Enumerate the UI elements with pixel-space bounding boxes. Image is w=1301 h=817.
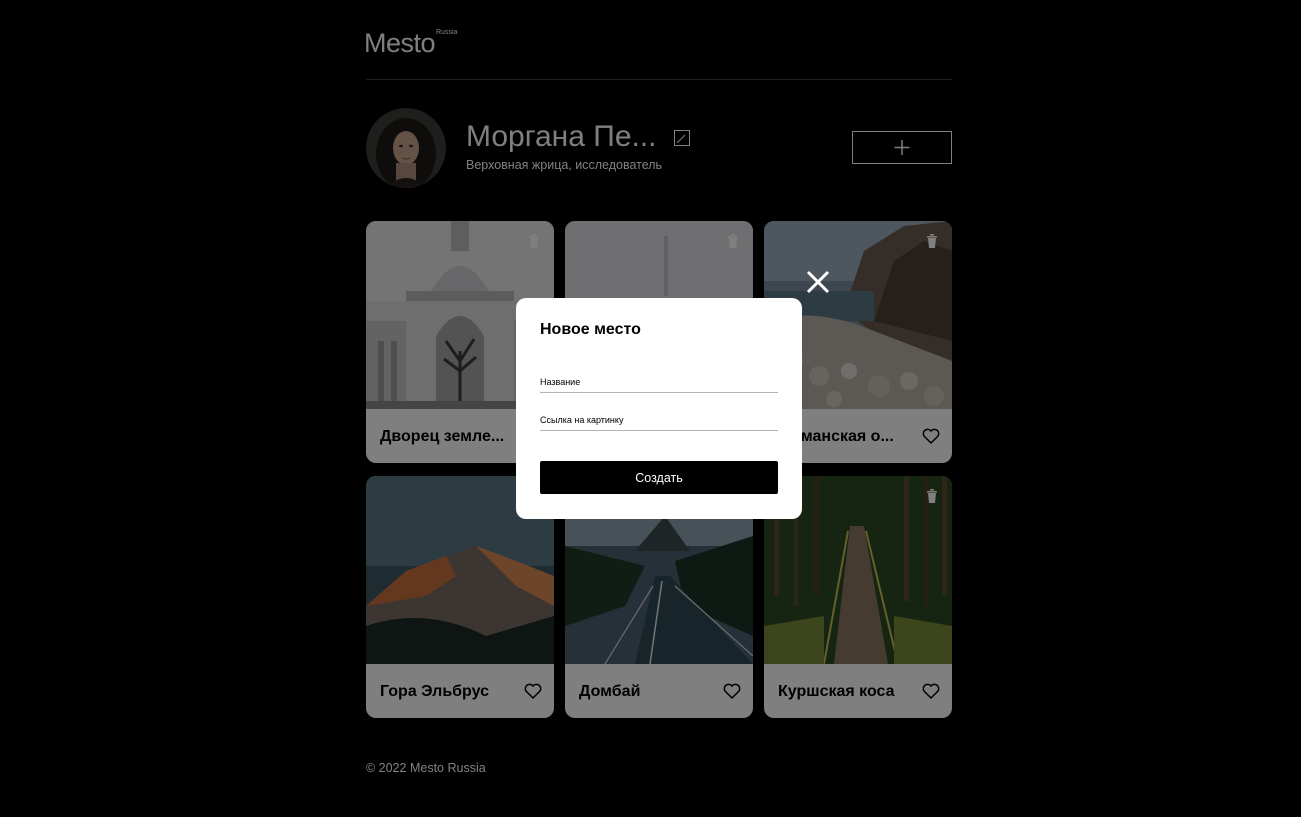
close-icon xyxy=(806,270,830,294)
place-link-input[interactable] xyxy=(540,410,778,431)
popup-title: Новое место xyxy=(540,321,641,338)
place-name-input[interactable] xyxy=(540,372,778,393)
create-button[interactable]: Создать xyxy=(540,461,778,494)
page: Mesto Russia Моргана Пе... xyxy=(0,0,1301,817)
add-place-popup: Новое место Создать xyxy=(516,298,802,519)
popup-close-button[interactable] xyxy=(806,270,830,294)
